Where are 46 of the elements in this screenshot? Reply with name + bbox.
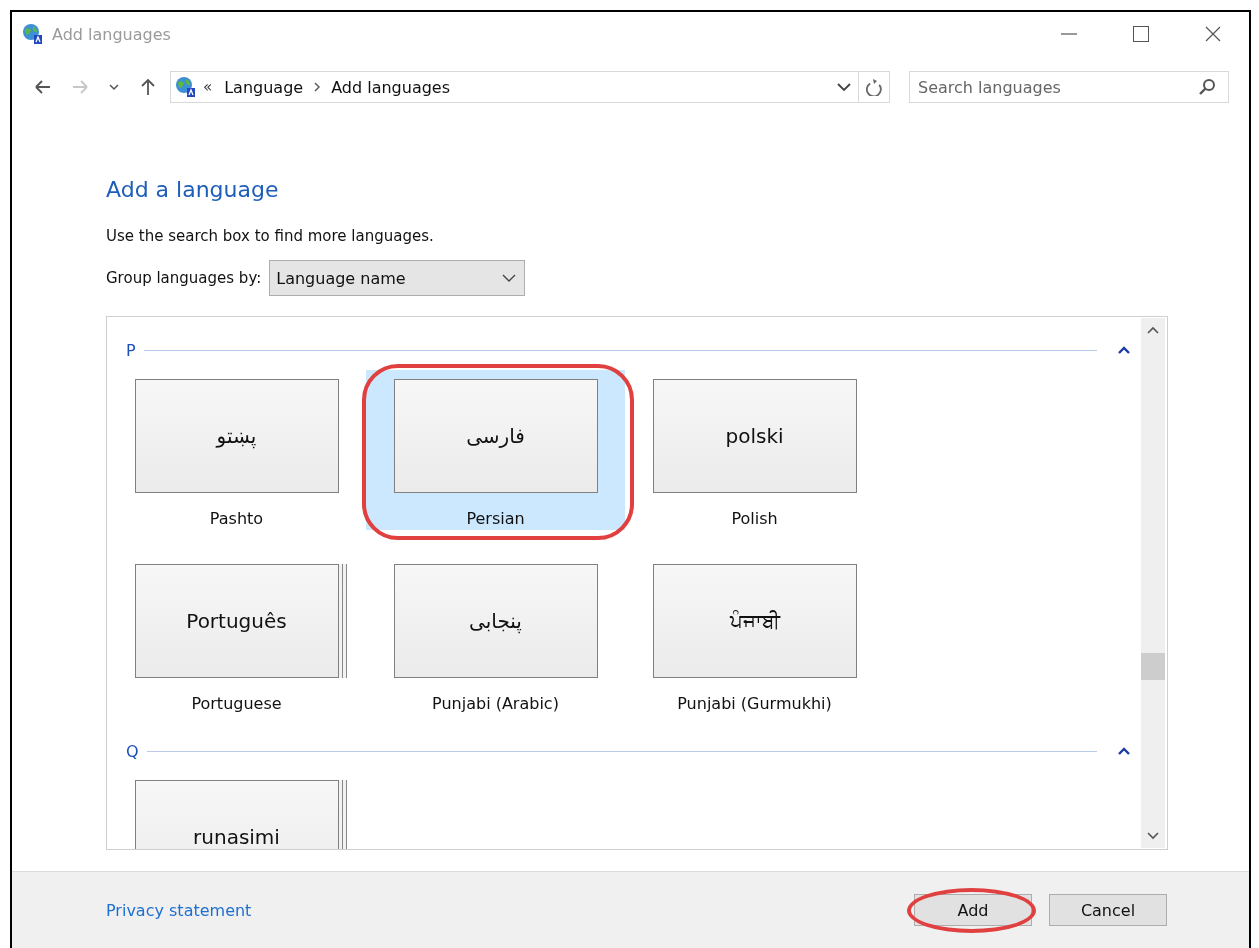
- chevron-up-icon: [1147, 326, 1159, 334]
- language-option[interactable]: runasimi: [107, 771, 366, 849]
- language-option[interactable]: polski Polish: [625, 370, 884, 530]
- minimize-icon: [1061, 33, 1077, 35]
- breadcrumb[interactable]: Add languages: [327, 77, 455, 97]
- chevron-down-icon: [1147, 832, 1159, 840]
- language-tile: ਪੰਜਾਬੀ: [652, 564, 857, 678]
- language-tile: پښتو: [134, 379, 339, 493]
- chevron-right-icon: [313, 81, 322, 93]
- group-by-label: Group languages by:: [106, 269, 262, 287]
- instruction-text: Use the search box to find more languages.: [106, 227, 435, 245]
- search-icon: [1198, 78, 1216, 96]
- language-option[interactable]: ਪੰਜਾਬੀ Punjabi (Gurmukhi): [625, 555, 884, 715]
- privacy-link[interactable]: Privacy statement: [106, 900, 252, 920]
- dialog-button[interactable]: Cancel: [1049, 894, 1167, 926]
- dialog-button[interactable]: Add: [914, 894, 1032, 926]
- group-by-dropdown[interactable]: Language name: [269, 260, 526, 296]
- language-tile: Português: [134, 564, 347, 678]
- language-name: Punjabi (Gurmukhi): [677, 694, 832, 713]
- maximize-icon: [1133, 26, 1149, 42]
- globe-icon: [175, 76, 197, 98]
- language-tile: پنجابی: [393, 564, 598, 678]
- scrollbar[interactable]: [1141, 318, 1165, 848]
- language-tile: polski: [652, 379, 857, 493]
- page-heading: Add a language: [106, 177, 280, 202]
- language-name: Pashto: [209, 509, 264, 528]
- refresh-icon: [866, 78, 882, 96]
- search-field[interactable]: Search languages: [909, 71, 1229, 103]
- overflow-chevrons[interactable]: «: [203, 78, 213, 96]
- window-title: Add languages: [52, 24, 171, 44]
- scroll-thumb[interactable]: [1141, 653, 1165, 680]
- group-letter: P: [126, 340, 136, 360]
- language-name: Punjabi (Arabic): [432, 694, 559, 713]
- chevron-down-icon: [836, 82, 851, 92]
- language-name: Persian: [466, 509, 525, 528]
- globe-icon: [22, 23, 44, 45]
- language-tile: runasimi: [134, 780, 347, 849]
- language-name: Polish: [731, 509, 778, 528]
- address-bar[interactable]: « Language Add languages: [170, 71, 890, 103]
- breadcrumb[interactable]: Language: [220, 77, 308, 97]
- group-letter: Q: [126, 741, 139, 761]
- language-name: Portuguese: [191, 694, 282, 713]
- close-icon: [1205, 26, 1221, 42]
- language-tile: فارسی: [393, 379, 598, 493]
- language-option[interactable]: Português Portuguese: [107, 555, 366, 715]
- caret-icon: [502, 273, 517, 283]
